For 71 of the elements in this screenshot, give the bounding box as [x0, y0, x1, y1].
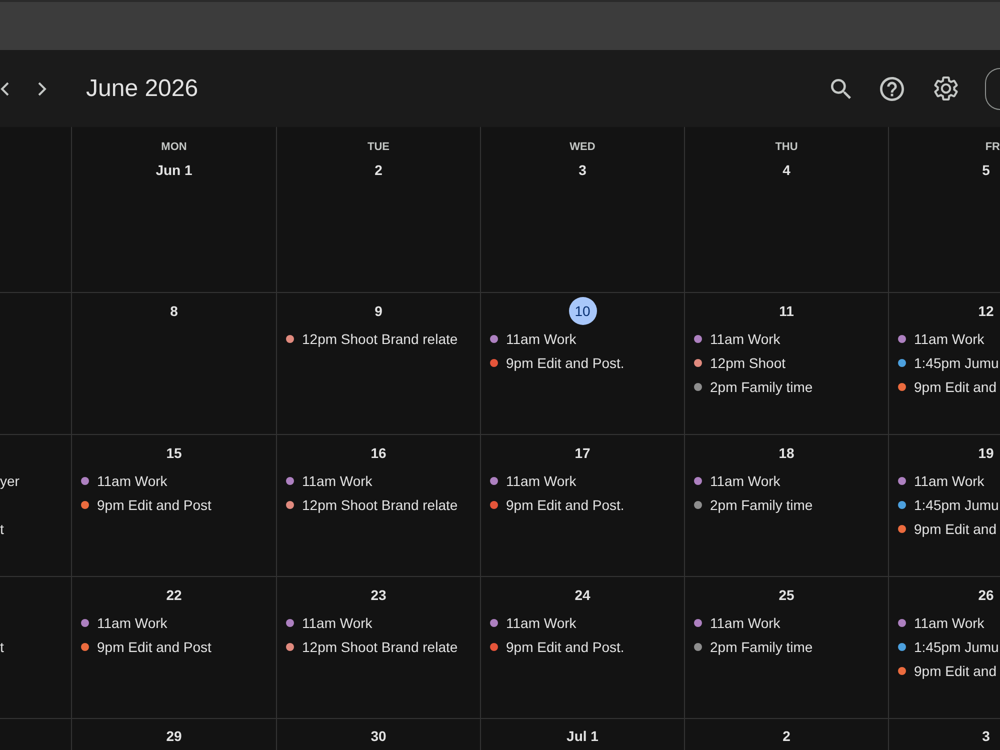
date-label[interactable]: 4 — [772, 156, 800, 184]
event-item[interactable]: 2pm Family time — [685, 635, 813, 659]
help-icon[interactable] — [880, 76, 904, 100]
date-label[interactable]: 12 — [972, 297, 1000, 325]
date-label[interactable]: 11 — [772, 297, 800, 325]
event-item[interactable]: 9pm Edit and Post — [72, 493, 212, 517]
date-label[interactable]: 25 — [772, 581, 800, 609]
event-item[interactable]: 1:45pm Jumu — [889, 351, 999, 375]
event-item[interactable]: 11am Work — [481, 327, 576, 351]
event-item[interactable]: 11am Work — [685, 327, 780, 351]
date-label[interactable]: 3 — [568, 156, 596, 184]
weekday-label: FR — [985, 140, 1000, 154]
date-label[interactable]: 10 — [568, 297, 596, 325]
date-label[interactable]: 19 — [972, 439, 1000, 467]
event-item[interactable]: 1:45pm Jumu — [889, 493, 999, 517]
weekday-label: TUE — [368, 140, 390, 154]
event-item[interactable]: 11am Work — [889, 611, 984, 635]
date-label[interactable]: 23 — [364, 581, 392, 609]
date-label[interactable]: 9 — [364, 297, 392, 325]
date-label[interactable]: 29 — [160, 722, 188, 750]
date-label[interactable]: 8 — [160, 297, 188, 325]
event-item[interactable]: 11am Work — [481, 611, 576, 635]
chevron-right-icon[interactable] — [37, 80, 47, 96]
month-title: June 2026 — [86, 74, 198, 102]
event-item[interactable]: 12pm Shoot — [685, 351, 786, 375]
event-item[interactable]: 9pm Edit and — [889, 659, 996, 683]
date-label[interactable]: 22 — [160, 581, 188, 609]
date-label[interactable]: 17 — [568, 439, 596, 467]
event-item[interactable]: 9pm Edit and — [889, 375, 996, 399]
event-item[interactable]: 9pm Edit and Post — [72, 635, 212, 659]
event-item[interactable]: 9pm Edit and — [889, 517, 996, 541]
event-item[interactable]: 11am Work — [889, 327, 984, 351]
weekday-label: MON — [161, 140, 187, 154]
event-item[interactable]: 11am Work — [685, 469, 780, 493]
event-item[interactable]: 11am Work — [889, 469, 984, 493]
event-item[interactable]: t — [0, 517, 4, 541]
event-item[interactable]: 12pm Shoot Brand relate — [277, 635, 458, 659]
event-item[interactable]: 11am Work — [277, 469, 372, 493]
date-label[interactable]: 26 — [972, 581, 1000, 609]
date-label[interactable]: 18 — [772, 439, 800, 467]
date-label[interactable]: 2 — [364, 156, 392, 184]
date-label[interactable]: Jun 1 — [154, 156, 194, 184]
event-item[interactable]: 11am Work — [72, 469, 168, 493]
event-item[interactable]: 11am Work — [72, 611, 168, 635]
weekday-label: THU — [775, 140, 798, 154]
chevron-left-icon[interactable] — [0, 80, 10, 96]
event-item[interactable]: 9pm Edit and Post. — [481, 351, 624, 375]
event-item[interactable]: 9pm Edit and Post. — [481, 635, 624, 659]
event-item[interactable]: 12pm Shoot Brand relate — [277, 327, 458, 351]
event-item[interactable]: 11am Work — [277, 611, 372, 635]
date-label[interactable]: 16 — [364, 439, 392, 467]
event-item[interactable]: 9pm Edit and Post. — [481, 493, 624, 517]
date-label[interactable]: 24 — [568, 581, 596, 609]
search-icon[interactable] — [831, 78, 851, 98]
outlined-button[interactable] — [985, 68, 1000, 110]
date-label[interactable]: 3 — [972, 722, 1000, 750]
weekday-label: WED — [570, 140, 596, 154]
date-label[interactable]: 30 — [364, 722, 392, 750]
event-item[interactable]: 11am Work — [685, 611, 780, 635]
date-label[interactable]: 15 — [160, 439, 188, 467]
event-item[interactable]: 1:45pm Jumu — [889, 635, 999, 659]
date-label[interactable]: 5 — [972, 156, 1000, 184]
event-item[interactable]: t — [0, 635, 4, 659]
event-item[interactable]: 12pm Shoot Brand relate — [277, 493, 458, 517]
date-label[interactable]: 2 — [772, 722, 800, 750]
event-item[interactable]: 11am Work — [481, 469, 576, 493]
event-item[interactable]: 2pm Family time — [685, 375, 813, 399]
settings-icon[interactable] — [934, 76, 958, 101]
date-label[interactable]: Jul 1 — [564, 722, 600, 750]
event-item[interactable]: yer — [0, 469, 20, 493]
event-item[interactable]: 2pm Family time — [685, 493, 813, 517]
